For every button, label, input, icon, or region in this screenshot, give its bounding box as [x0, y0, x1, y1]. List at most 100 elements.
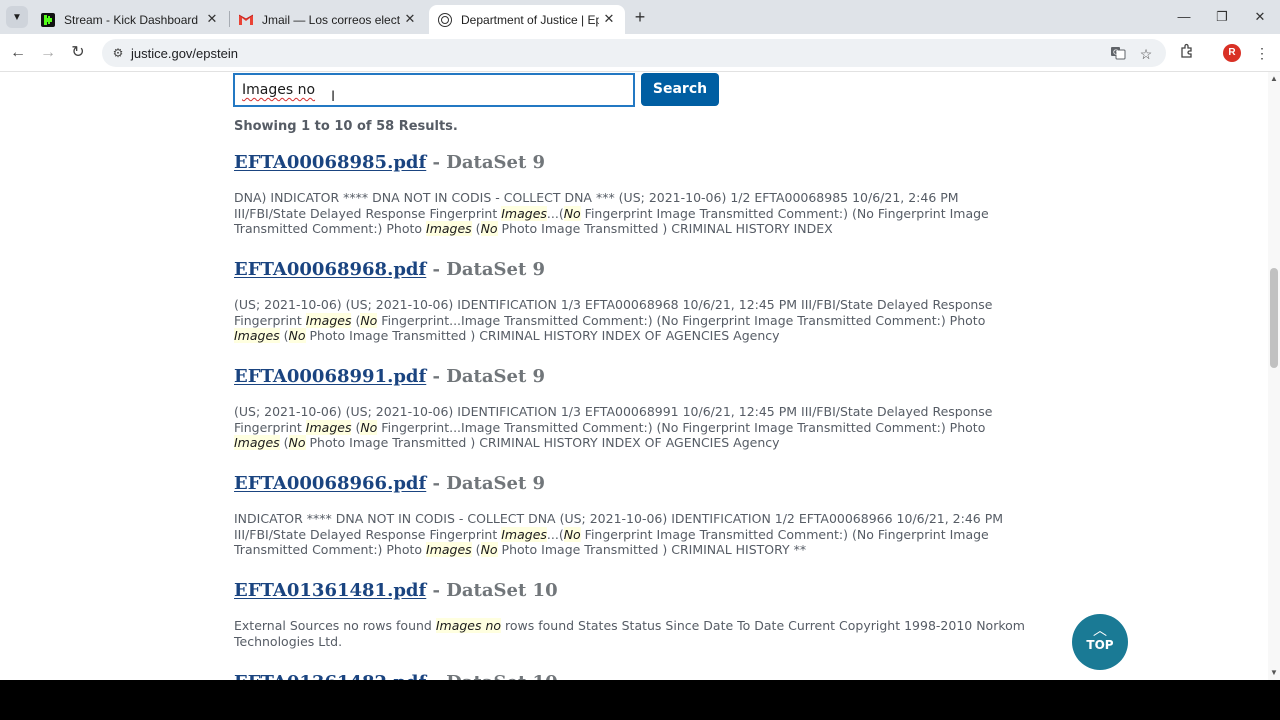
snippet-highlight: Images: [426, 221, 472, 236]
svg-text:G: G: [1113, 49, 1118, 57]
gmail-logo-icon: [238, 12, 254, 28]
reload-icon[interactable]: ↻: [67, 42, 89, 64]
snippet-text: (: [471, 542, 481, 557]
more-menu-icon[interactable]: ⋮: [1252, 43, 1272, 63]
result-dataset-label: - DataSet 9: [426, 473, 546, 494]
text-cursor-icon: I: [331, 89, 336, 105]
close-tab-icon[interactable]: ✕: [402, 11, 418, 27]
results-summary: Showing 1 to 10 of 58 Results.: [234, 119, 458, 134]
result-pdf-link[interactable]: EFTA00068968.pdf: [234, 259, 426, 280]
chevron-up-icon: ︿: [1093, 623, 1107, 639]
result-title: EFTA00068966.pdf - DataSet 9: [234, 473, 1034, 494]
result-snippet: (US; 2021-10-06) (US; 2021-10-06) IDENTI…: [234, 404, 1034, 451]
letterbox-bar: [0, 680, 1280, 720]
search-input-value: Images no: [242, 82, 316, 98]
snippet-text: Photo Image Transmitted ) CRIMINAL HISTO…: [497, 542, 807, 557]
scrollbar-thumb[interactable]: [1270, 268, 1278, 368]
snippet-text: (: [351, 312, 361, 328]
snippet-highlight: No: [288, 435, 306, 450]
snippet-text: (: [279, 435, 289, 450]
search-result: EFTA01361482.pdf - DataSet 10: [234, 672, 1034, 680]
result-title: EFTA00068968.pdf - DataSet 9: [234, 259, 1034, 280]
tab-title: Jmail — Los correos electrónicos: [262, 12, 400, 27]
window-close-icon[interactable]: ✕: [1250, 7, 1270, 27]
snippet-text: ...(: [546, 526, 564, 542]
result-title: EFTA01361481.pdf - DataSet 10: [234, 580, 1034, 601]
result-dataset-label: - DataSet 10: [426, 580, 558, 601]
url-text: justice.gov/epstein: [131, 46, 238, 61]
scroll-down-arrow-icon[interactable]: ▼: [1270, 668, 1278, 677]
bookmark-star-icon[interactable]: ☆: [1137, 45, 1155, 63]
search-button[interactable]: Search: [641, 73, 719, 106]
tab-title: Department of Justice | Epstein: [461, 12, 599, 27]
tab-department-of-justice[interactable]: Department of Justice | Epstein ✕: [429, 5, 625, 34]
address-bar[interactable]: ⚙ justice.gov/epstein G ☆: [102, 39, 1166, 67]
close-tab-icon[interactable]: ✕: [601, 11, 617, 27]
page-scrollbar[interactable]: ▲ ▼: [1268, 72, 1280, 680]
translate-icon[interactable]: G: [1109, 45, 1127, 63]
search-result: EFTA00068991.pdf - DataSet 9 (US; 2021-10…: [234, 366, 1034, 451]
snippet-text: ...(: [546, 205, 564, 221]
snippet-text: Fingerprint...Image Transmitted Comment:…: [377, 419, 986, 435]
result-pdf-link[interactable]: EFTA00068991.pdf: [234, 366, 426, 387]
result-snippet: External Sources no rows found Images no…: [234, 618, 1034, 649]
snippet-highlight: No: [360, 419, 378, 435]
tab-kick-dashboard[interactable]: Stream - Kick Dashboard ✕: [32, 5, 228, 34]
snippet-highlight: No: [563, 526, 581, 542]
result-pdf-link[interactable]: EFTA00068966.pdf: [234, 473, 426, 494]
result-snippet: DNA) INDICATOR **** DNA NOT IN CODIS - C…: [234, 190, 1034, 237]
search-result: EFTA00068985.pdf - DataSet 9 DNA) INDICAT…: [234, 152, 1034, 237]
snippet-text: Photo Image Transmitted ) CRIMINAL HISTO…: [305, 328, 780, 343]
doj-seal-icon: [437, 12, 453, 28]
search-result: EFTA01361481.pdf - DataSet 10 External So…: [234, 580, 1034, 649]
snippet-highlight: Images no: [435, 618, 502, 633]
close-tab-icon[interactable]: ✕: [204, 11, 220, 27]
result-dataset-label: - DataSet 9: [426, 366, 546, 387]
back-to-top-button[interactable]: ︿ TOP: [1072, 614, 1128, 670]
snippet-highlight: No: [563, 205, 581, 221]
result-dataset-label: - DataSet 9: [426, 259, 546, 280]
snippet-highlight: No: [288, 328, 306, 343]
browser-window: ▼ Stream - Kick Dashboard ✕ Jmail — Los …: [0, 0, 1280, 680]
new-tab-plus-icon[interactable]: +: [630, 7, 650, 27]
snippet-text: Photo Image Transmitted ) CRIMINAL HISTO…: [305, 435, 780, 450]
scroll-up-arrow-icon[interactable]: ▲: [1270, 74, 1278, 83]
back-arrow-icon[interactable]: ←: [7, 42, 29, 64]
result-pdf-link[interactable]: EFTA01361481.pdf: [234, 580, 426, 601]
result-pdf-link[interactable]: EFTA00068985.pdf: [234, 152, 426, 173]
snippet-highlight: Images: [234, 328, 280, 343]
kick-logo-icon: [40, 12, 56, 28]
snippet-text: External Sources no rows found: [234, 618, 436, 633]
snippet-text: Photo Image Transmitted ) CRIMINAL HISTO…: [497, 221, 833, 236]
result-pdf-link[interactable]: EFTA01361482.pdf: [234, 672, 426, 680]
snippet-text: (: [471, 221, 481, 236]
snippet-highlight: Images: [426, 542, 472, 557]
snippet-highlight: Images: [501, 526, 547, 542]
search-result: EFTA00068968.pdf - DataSet 9 (US; 2021-10…: [234, 259, 1034, 344]
tab-title: Stream - Kick Dashboard: [64, 12, 199, 27]
profile-avatar[interactable]: R: [1223, 44, 1241, 62]
snippet-highlight: No: [360, 312, 378, 328]
tab-jmail[interactable]: Jmail — Los correos electrónicos ✕: [230, 5, 426, 34]
snippet-highlight: No: [480, 542, 498, 557]
result-snippet: (US; 2021-10-06) (US; 2021-10-06) IDENTI…: [234, 297, 1034, 344]
result-snippet: INDICATOR **** DNA NOT IN CODIS - COLLEC…: [234, 511, 1034, 558]
restore-icon[interactable]: ❐: [1212, 7, 1232, 27]
search-result: EFTA00068966.pdf - DataSet 9 INDICATOR **…: [234, 473, 1034, 558]
site-settings-icon[interactable]: ⚙: [110, 45, 126, 61]
snippet-highlight: No: [480, 221, 498, 236]
minimize-icon[interactable]: —: [1174, 7, 1194, 27]
snippet-text: Fingerprint...Image Transmitted Comment:…: [377, 312, 986, 328]
extensions-puzzle-icon[interactable]: [1177, 43, 1197, 63]
snippet-highlight: Images: [305, 419, 352, 435]
snippet-highlight: Images: [234, 435, 280, 450]
snippet-text: (: [279, 328, 289, 343]
result-title: EFTA01361482.pdf - DataSet 10: [234, 672, 1034, 680]
snippet-highlight: Images: [501, 205, 547, 221]
result-title: EFTA00068985.pdf - DataSet 9: [234, 152, 1034, 173]
search-input[interactable]: Images no: [233, 73, 635, 107]
back-to-top-label: TOP: [1086, 638, 1114, 652]
forward-arrow-icon[interactable]: →: [37, 42, 59, 64]
tab-strip: ▼ Stream - Kick Dashboard ✕ Jmail — Los …: [0, 0, 1280, 34]
tab-search-chevron-down-icon[interactable]: ▼: [6, 6, 28, 28]
